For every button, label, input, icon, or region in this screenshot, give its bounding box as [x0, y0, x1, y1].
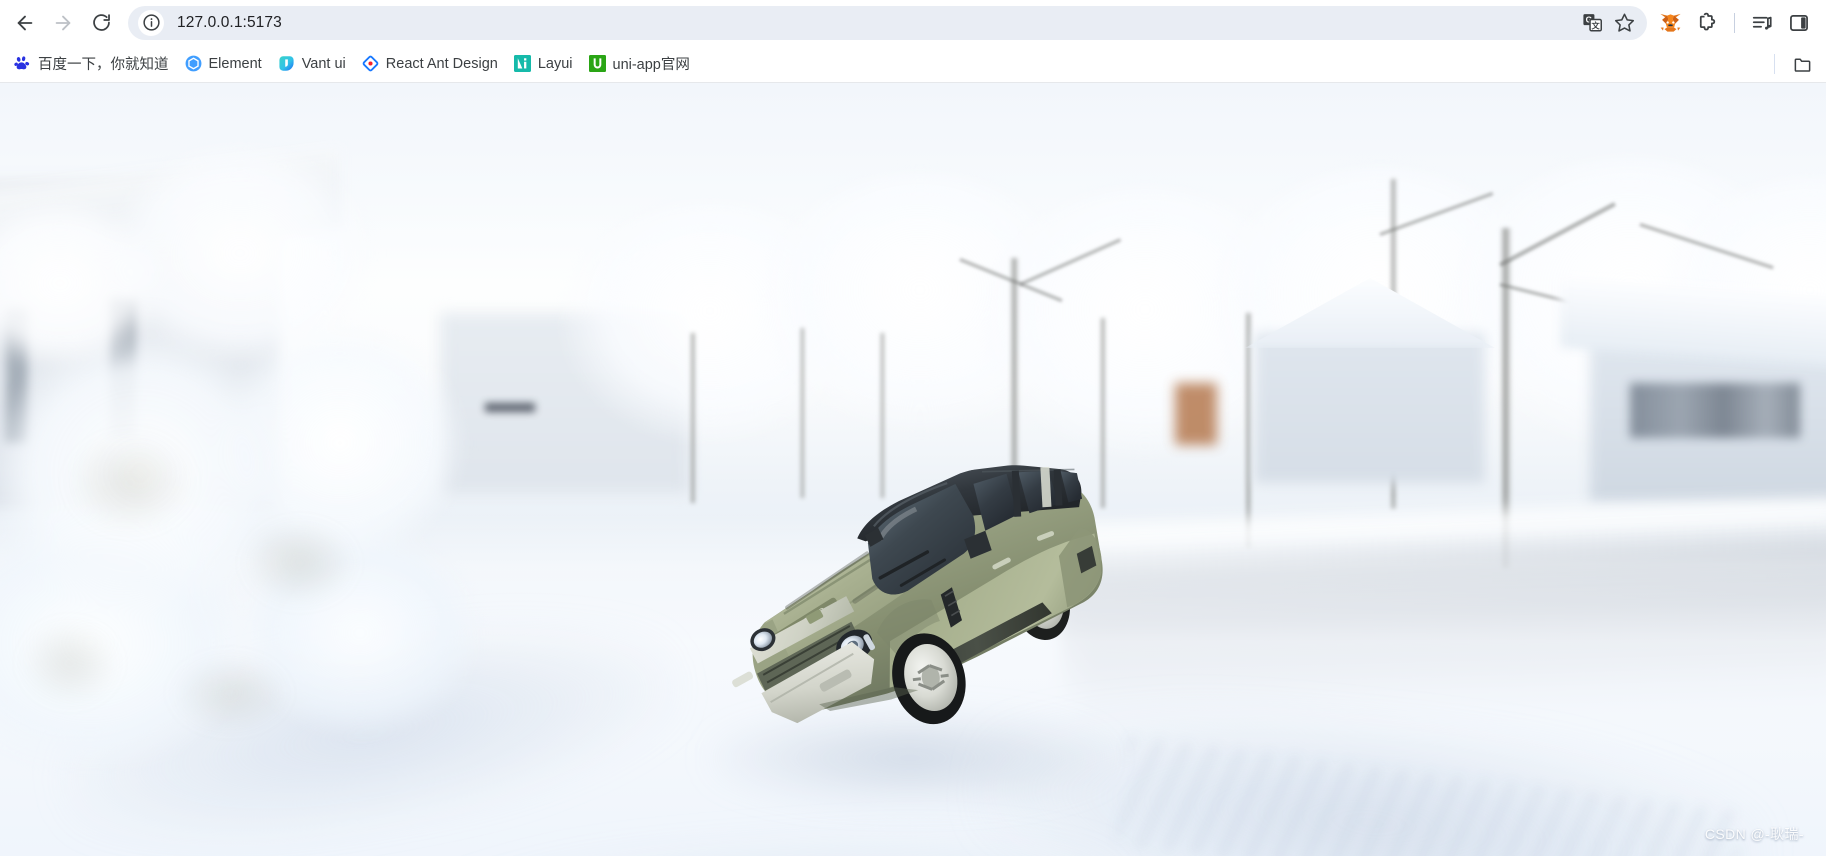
uniapp-favicon-icon: [588, 55, 606, 72]
bookmark-star-button[interactable]: [1609, 8, 1639, 38]
extensions-button[interactable]: [1690, 6, 1724, 40]
side-panel-button[interactable]: [1782, 6, 1816, 40]
bookmarks-bar: 百度一下，你就知道 Element Vant ui React Ant Desi…: [0, 45, 1826, 83]
reload-icon: [92, 14, 110, 31]
scene-tree-trunk: [880, 333, 885, 498]
toolbar-separator: [1734, 12, 1735, 33]
baidu-favicon-icon: [14, 55, 31, 72]
tow-eye: [732, 671, 754, 688]
antd-favicon-icon: [362, 55, 379, 72]
bookmark-label: uni-app官网: [612, 57, 690, 73]
page-viewport[interactable]: DEFENDER: [0, 83, 1826, 856]
bookmark-item-react-ant-design[interactable]: React Ant Design: [354, 51, 506, 76]
metamask-extension-button[interactable]: [1653, 6, 1687, 40]
info-circle-icon: [142, 14, 160, 31]
forward-arrow-icon: [55, 15, 71, 30]
media-list-icon: [1752, 16, 1772, 30]
bookmarks-separator: [1774, 53, 1775, 74]
translate-button[interactable]: G 文: [1577, 8, 1607, 38]
site-info-button[interactable]: [138, 9, 164, 36]
bookmark-label: 百度一下，你就知道: [38, 57, 169, 73]
url-text[interactable]: 127.0.0.1:5173: [177, 14, 1577, 32]
bookmark-item-baidu[interactable]: 百度一下，你就知道: [6, 49, 177, 78]
side-panel-icon: [1790, 14, 1808, 31]
scene-house-mid: [1255, 333, 1485, 483]
scene-tree-trunk: [690, 333, 696, 503]
bookmark-label: Layui: [537, 55, 573, 72]
defender-svg: DEFENDER: [732, 465, 1103, 725]
reload-button[interactable]: [82, 4, 120, 42]
bookmark-folder-icon: [1793, 55, 1811, 72]
toolbar-actions: [1653, 6, 1816, 40]
bookmarks-overflow-button[interactable]: [1785, 51, 1818, 76]
media-controls-button[interactable]: [1745, 6, 1779, 40]
bookmark-item-uniapp[interactable]: uni-app官网: [581, 49, 698, 78]
scene-bush-left-shading: [10, 363, 440, 753]
element-favicon-icon: [185, 55, 202, 72]
metamask-fox-icon: [1659, 13, 1681, 32]
bookmark-item-vant[interactable]: Vant ui: [270, 51, 354, 76]
omnibox-actions: G 文: [1577, 8, 1639, 38]
bookmark-label: React Ant Design: [385, 55, 498, 72]
scene-shed: [1175, 383, 1217, 445]
scene-house-right-windows: [1630, 383, 1800, 438]
translate-icon: G 文: [1582, 14, 1602, 32]
browser-toolbar: 127.0.0.1:5173 G 文: [0, 0, 1826, 45]
back-arrow-icon: [17, 15, 33, 30]
back-button[interactable]: [6, 4, 44, 42]
scene-tree-trunk: [800, 328, 805, 498]
bookmark-label: Element: [208, 55, 262, 72]
bookmark-label: Vant ui: [301, 55, 346, 72]
svg-text:文: 文: [1591, 20, 1600, 30]
extensions-puzzle-icon: [1699, 12, 1716, 30]
bookmark-item-layui[interactable]: Layui: [506, 51, 581, 76]
browser-window: 127.0.0.1:5173 G 文 百度一下，你就知道 Element Van…: [0, 0, 1826, 856]
bookmark-item-element[interactable]: Element: [177, 51, 270, 76]
layui-favicon-icon: [513, 55, 531, 72]
car-3d-model[interactable]: DEFENDER: [684, 453, 1146, 793]
forward-button[interactable]: [44, 4, 82, 42]
vant-favicon-icon: [278, 55, 295, 72]
address-bar[interactable]: 127.0.0.1:5173 G 文: [128, 5, 1647, 40]
star-icon: [1614, 13, 1634, 32]
